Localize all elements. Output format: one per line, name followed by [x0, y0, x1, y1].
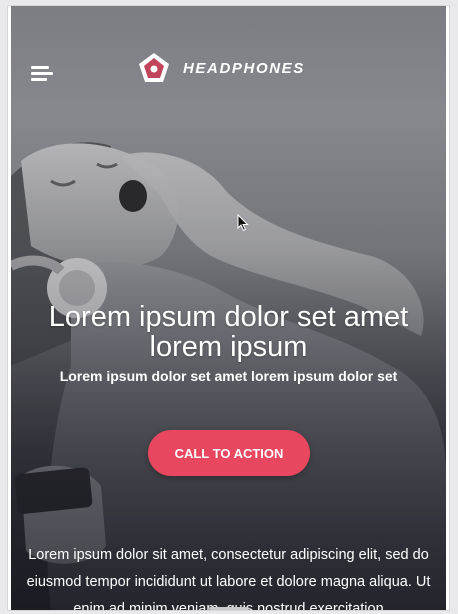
hamburger-menu-icon[interactable]: [31, 64, 53, 82]
hero-subheadline: Lorem ipsum dolor set amet lorem ipsum d…: [59, 368, 398, 384]
device-frame: HEADPHONES Lorem ipsum dolor set amet lo…: [8, 6, 449, 610]
hero-body-text: Lorem ipsum dolor sit amet, consectetur …: [26, 547, 431, 610]
call-to-action-button[interactable]: CALL TO ACTION: [148, 430, 310, 476]
mouse-cursor-icon: [237, 214, 249, 232]
hero-section: HEADPHONES Lorem ipsum dolor set amet lo…: [11, 6, 446, 610]
brand[interactable]: HEADPHONES: [137, 50, 305, 86]
pentagon-logo-icon: [139, 53, 169, 82]
scroll-indicator: [209, 607, 249, 610]
brand-name: HEADPHONES: [183, 59, 305, 77]
top-navigation: HEADPHONES: [11, 6, 446, 126]
hero-headline: Lorem ipsum dolor set amet lorem ipsum: [48, 301, 409, 363]
